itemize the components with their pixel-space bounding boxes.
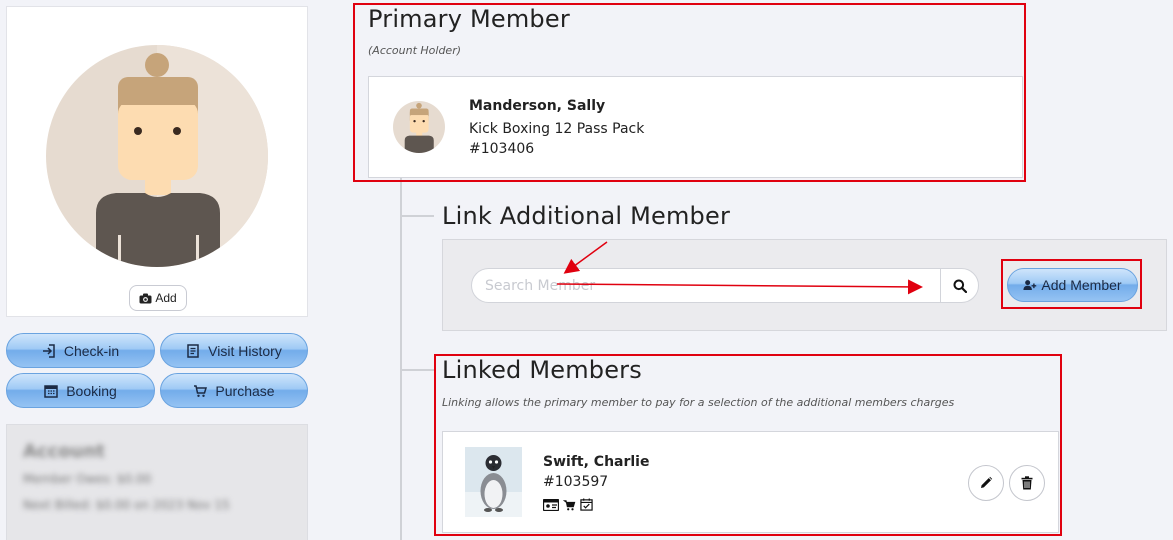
camera-icon bbox=[139, 293, 152, 303]
calendar-check-icon[interactable] bbox=[580, 498, 593, 511]
delete-member-button[interactable] bbox=[1009, 465, 1045, 501]
linked-members-title: Linked Members bbox=[442, 356, 642, 384]
search-button[interactable] bbox=[940, 268, 979, 303]
linked-members-subtitle: Linking allows the primary member to pay… bbox=[442, 396, 955, 409]
account-owes: Member Owes: $0.00 bbox=[23, 472, 152, 486]
primary-member-avatar bbox=[393, 101, 445, 153]
link-member-title: Link Additional Member bbox=[442, 202, 731, 230]
purchase-label: Purchase bbox=[215, 382, 275, 399]
visit-history-label: Visit History bbox=[208, 342, 282, 359]
primary-member-title: Primary Member bbox=[368, 5, 570, 33]
primary-member-card[interactable]: Manderson, Sally Kick Boxing 12 Pass Pac… bbox=[368, 76, 1023, 178]
avatar bbox=[46, 45, 268, 267]
document-icon bbox=[187, 343, 199, 358]
sign-in-icon bbox=[42, 343, 55, 358]
check-in-button[interactable]: Check-in bbox=[6, 333, 155, 368]
tree-connector-linked bbox=[400, 369, 434, 371]
booking-label: Booking bbox=[66, 382, 117, 399]
tree-connector-link bbox=[400, 215, 434, 217]
pencil-icon bbox=[981, 476, 993, 488]
linked-member-name: Swift, Charlie bbox=[543, 454, 650, 470]
user-plus-icon bbox=[1023, 280, 1037, 291]
purchase-button[interactable]: Purchase bbox=[160, 373, 308, 408]
cart-icon[interactable] bbox=[563, 499, 576, 511]
primary-member-number: #103406 bbox=[469, 141, 535, 157]
profile-card: Add bbox=[6, 6, 308, 317]
add-photo-label: Add bbox=[155, 291, 177, 305]
linked-member-photo bbox=[465, 447, 522, 517]
linked-member-card[interactable]: Swift, Charlie #103597 bbox=[442, 431, 1059, 533]
account-next-billed: Next Billed: $0.00 on 2023 Nov 15 bbox=[23, 498, 230, 512]
primary-member-name: Manderson, Sally bbox=[469, 98, 606, 114]
calendar-icon bbox=[44, 384, 58, 398]
add-photo-button[interactable]: Add bbox=[129, 285, 187, 311]
tree-connector-vertical bbox=[400, 178, 402, 540]
account-title: Account bbox=[23, 441, 105, 462]
trash-icon bbox=[1021, 476, 1033, 490]
linked-member-permissions bbox=[543, 498, 593, 511]
search-icon bbox=[953, 279, 967, 293]
primary-member-package: Kick Boxing 12 Pass Pack bbox=[469, 121, 645, 137]
visit-history-button[interactable]: Visit History bbox=[160, 333, 308, 368]
primary-member-subtitle: (Account Holder) bbox=[368, 44, 462, 57]
check-in-label: Check-in bbox=[63, 342, 120, 359]
linked-member-number: #103597 bbox=[543, 474, 609, 490]
account-summary: Account Member Owes: $0.00 Next Billed: … bbox=[6, 424, 308, 540]
cart-icon bbox=[194, 384, 208, 397]
add-member-button[interactable]: Add Member bbox=[1007, 268, 1138, 302]
add-member-label: Add Member bbox=[1041, 277, 1122, 293]
id-card-icon[interactable] bbox=[543, 498, 559, 511]
booking-button[interactable]: Booking bbox=[6, 373, 155, 408]
edit-member-button[interactable] bbox=[968, 465, 1004, 501]
search-member-input[interactable] bbox=[471, 268, 941, 303]
